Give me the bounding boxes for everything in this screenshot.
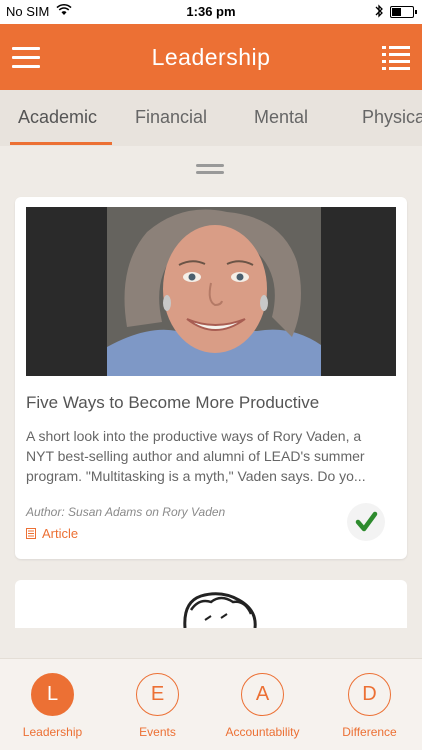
checkmark-icon: [355, 511, 378, 532]
bottom-nav-label: Accountability: [225, 725, 300, 739]
article-summary-line: NYT best-selling author and alumni of LE…: [26, 448, 365, 464]
leadership-icon: L: [31, 673, 74, 716]
article-summary: A short look into the productive ways of…: [26, 426, 398, 486]
nav-bar: Leadership: [0, 24, 422, 90]
bottom-nav-label: Events: [139, 725, 176, 739]
article-summary-line: program. "Multitasking is a myth," Vaden…: [26, 468, 366, 484]
accountability-icon: A: [241, 673, 284, 716]
list-icon[interactable]: [382, 46, 410, 70]
tab-academic[interactable]: Academic: [18, 107, 97, 128]
article-author: Author: Susan Adams on Rory Vaden: [26, 505, 226, 519]
article-card[interactable]: [15, 580, 407, 628]
mark-complete-button[interactable]: [347, 503, 385, 541]
status-time: 1:36 pm: [186, 4, 236, 19]
bottom-nav-difference[interactable]: D Difference: [317, 659, 422, 750]
article-image: [26, 207, 396, 376]
tab-physical[interactable]: Physical: [362, 107, 422, 128]
drag-handle[interactable]: [196, 164, 224, 176]
article-type: Article: [26, 526, 78, 542]
events-icon: E: [136, 673, 179, 716]
article-illustration: [183, 592, 257, 628]
article-summary-line: A short look into the productive ways of…: [26, 428, 362, 444]
tab-mental[interactable]: Mental: [254, 107, 308, 128]
tab-financial[interactable]: Financial: [135, 107, 207, 128]
bluetooth-icon: [374, 3, 384, 22]
category-tabs: Academic Financial Mental Physical: [0, 90, 422, 146]
bottom-nav-accountability[interactable]: A Accountability: [210, 659, 315, 750]
bottom-nav-leadership[interactable]: L Leadership: [0, 659, 105, 750]
battery-icon: [390, 6, 417, 18]
page-title: Leadership: [151, 44, 271, 70]
active-tab-indicator: [10, 142, 112, 145]
document-icon: [26, 527, 36, 542]
article-title: Five Ways to Become More Productive: [26, 393, 320, 412]
difference-icon: D: [348, 673, 391, 716]
status-bar: No SIM 1:36 pm: [0, 0, 422, 24]
author-portrait: [107, 207, 321, 376]
article-card[interactable]: Five Ways to Become More Productive A sh…: [15, 197, 407, 559]
bottom-nav-events[interactable]: E Events: [105, 659, 210, 750]
article-type-label: Article: [42, 526, 79, 541]
bottom-nav-label: Difference: [342, 725, 397, 739]
bottom-nav-label: Leadership: [22, 725, 83, 739]
bottom-nav: L Leadership E Events A Accountability D…: [0, 658, 422, 750]
